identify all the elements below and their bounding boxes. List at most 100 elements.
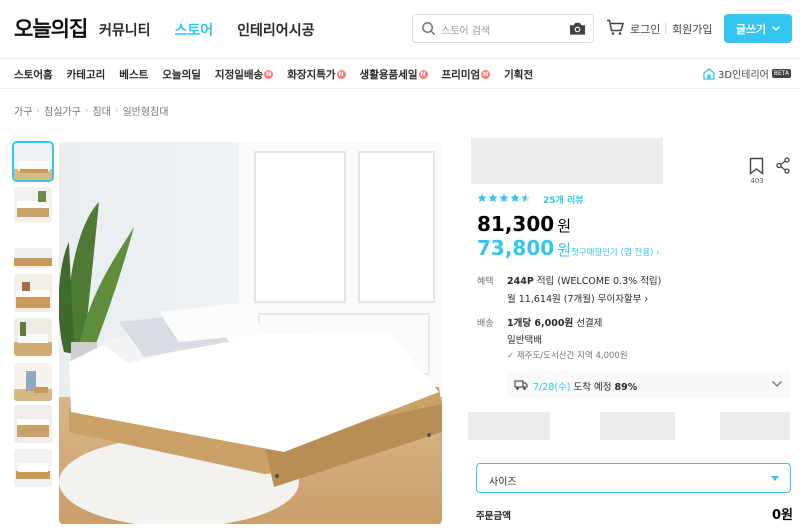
subnav-item-today-deal[interactable]: 오늘의딜 [162,67,201,82]
write-button-label: 글쓰기 [735,22,767,36]
subnav-label: 지정일배송 [214,69,264,81]
share-icon[interactable] [776,157,790,174]
subnav-item-household-sale[interactable]: 생활용품세일 N [360,67,428,82]
3d-house-icon [703,67,715,80]
shipping-fee-suffix: 선결제 [573,318,603,329]
main-nav: 커뮤니티 스토어 인테리어시공 [99,20,338,40]
camera-icon[interactable] [569,21,586,36]
thumbnail[interactable] [14,405,52,443]
shipping-type: 일반택배 [507,335,542,346]
thumbnail[interactable] [12,141,54,182]
original-price: 81,300 원 [477,212,571,236]
beta-badge: BETA [771,69,792,78]
breadcrumb-item[interactable]: 침대 [92,103,110,118]
breadcrumb-item[interactable]: 가구 [14,103,32,118]
caret-down-icon [771,476,779,481]
points-value: 244P [507,276,534,287]
subnav-label: 화장지특가 [287,69,336,81]
size-select-value: 사이즈 [489,477,517,488]
thumbnail[interactable] [14,449,52,487]
installment-link[interactable]: 월 11,614원 (7개월) 무이자할부 › [507,291,648,305]
store-subnav: 스토어홈 카테고리 베스트 오늘의딜 지정일배송 N 화장지특가 N 생활용품세일 N… [0,58,800,89]
star-icon [477,193,487,202]
search-input[interactable]: 스토어 검색 [412,14,594,43]
star-icon [510,193,520,202]
3d-interior-link[interactable]: 3D인테리어 BETA [703,66,792,81]
blurred-region [720,412,790,440]
chevron-right-icon: › [84,105,89,116]
subnav-item-best[interactable]: 베스트 [119,67,148,82]
product-title-blurred [471,138,663,184]
new-badge: N [264,70,274,79]
thumbnail[interactable] [14,248,52,268]
subnav-item-exhibition[interactable]: 기획전 [504,67,533,82]
subnav-item-scheduled-delivery[interactable]: 지정일배송 N [214,67,274,82]
header-separator: | [664,21,668,34]
chevron-down-icon [772,26,781,31]
arrival-date: 7/28(수) [533,382,571,393]
currency-label: 원 [557,217,571,235]
subnav-label: 스토어홈 [14,69,53,81]
cart-icon[interactable] [606,19,624,36]
order-amount-label: 주문금액 [476,511,511,522]
subnav-item-store-home[interactable]: 스토어홈 [14,67,53,82]
product-main-image[interactable] [59,142,442,524]
delivery-truck-icon [514,380,528,390]
delivery-estimate-text: 7/28(수) 도착 예정 89% [533,379,637,393]
breadcrumb-item[interactable]: 일반형침대 [122,103,168,118]
subnav-label: 카테고리 [66,69,106,81]
nav-interior[interactable]: 인테리어시공 [237,20,314,40]
thumbnail[interactable] [14,318,52,356]
search-icon [422,22,436,36]
signup-link[interactable]: 회원가입 [672,21,712,37]
search-placeholder: 스토어 검색 [441,26,491,37]
new-badge: N [336,70,346,79]
subnav-label: 생활용품세일 [359,69,418,81]
breadcrumb-item[interactable]: 침실가구 [44,103,81,118]
chevron-right-icon: › [114,105,119,116]
new-badge: N [481,70,491,79]
nav-store[interactable]: 스토어 [175,20,214,40]
subnav-label: 베스트 [119,69,149,81]
shipping-fee: 1개당 6,000원 선결제 [507,315,602,329]
order-amount-value: 0원 [772,508,794,523]
review-count-link[interactable]: 25개 리뷰 [543,193,584,206]
star-icon [488,193,498,202]
shipping-label: 배송 [477,319,494,329]
subnav-item-premium[interactable]: 프리미엄 N [442,67,491,82]
login-link[interactable]: 로그인 [630,21,660,37]
rating-stars [477,193,531,203]
shipping-extra-note: ✓ 제주도/도서산간 지역 4,000원 [507,351,628,361]
points-suffix: 적립 (WELCOME 0.3% 적립) [533,276,662,287]
chevron-right-icon: › [36,105,41,116]
benefit-points: 244P 적립 (WELCOME 0.3% 적립) [507,273,661,287]
new-badge: N [418,70,428,79]
bookmark-icon[interactable] [749,157,764,175]
first-purchase-discount-link[interactable]: 첫구매할인가 (앱 전용) › [571,246,660,258]
thumbnail[interactable] [14,363,52,401]
breadcrumb: 가구 › 침실가구 › 침대 › 일반형침대 [14,103,168,119]
arrival-text: 도착 예정 [570,382,615,393]
chevron-down-icon [772,381,782,387]
arrival-rate: 89% [614,382,638,393]
size-select[interactable]: 사이즈 [476,463,791,493]
thumbnail[interactable] [14,274,52,312]
nav-community[interactable]: 커뮤니티 [99,20,151,40]
star-icon [499,193,509,202]
benefit-label: 혜택 [477,277,494,287]
delivery-estimate-dropdown[interactable]: 7/28(수) 도착 예정 89% [507,371,791,398]
subnav-label: 프리미엄 [441,69,481,81]
write-button[interactable]: 글쓰기 [724,14,792,43]
thumbnail[interactable] [14,187,52,223]
star-icon [521,193,531,202]
discount-price-value: 73,800 [477,236,555,260]
subnav-item-category[interactable]: 카테고리 [67,67,106,82]
subnav-item-tissue-deal[interactable]: 화장지특가 N [287,67,346,82]
3d-interior-label: 3D인테리어 [718,70,769,81]
blurred-region [468,412,550,440]
top-header: 오늘의집 커뮤니티 스토어 인테리어시공 스토어 검색 로그인 | 회원가입 글… [0,0,800,58]
subnav-label: 오늘의딜 [162,69,201,81]
logo[interactable]: 오늘의집 [14,13,88,43]
discount-price: 73,800 원 [477,236,571,260]
subnav-label: 기획전 [504,69,534,81]
